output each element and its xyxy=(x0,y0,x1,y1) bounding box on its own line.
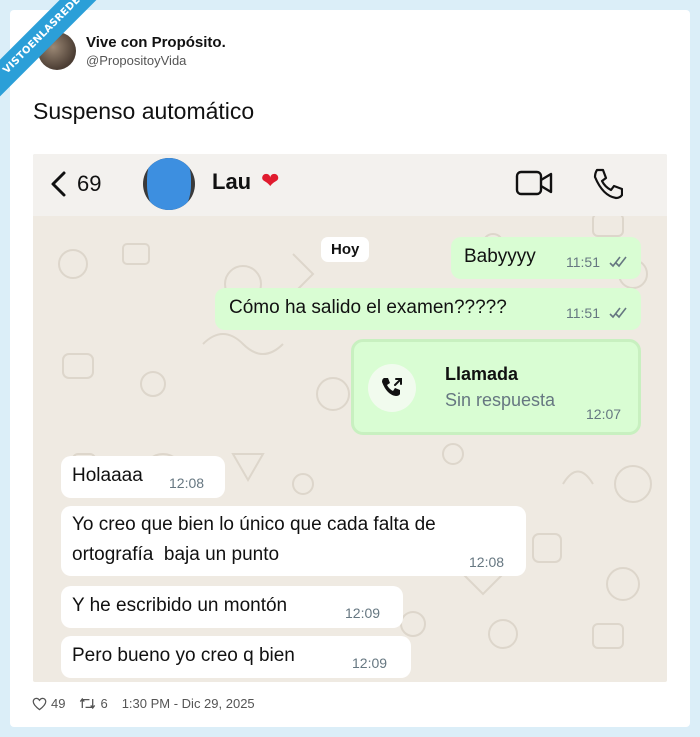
chat-screenshot: 69 Lau ❤ Hoy Babyyyy 11:51 Cómo ha salid… xyxy=(33,154,667,682)
tweet-timestamp[interactable]: 1:30 PM - Dic 29, 2025 xyxy=(122,696,255,711)
message-text: Babyyyy xyxy=(464,246,536,267)
outgoing-message[interactable]: Cómo ha salido el examen????? 11:51 xyxy=(215,288,641,330)
missed-call-message[interactable]: Llamada Sin respuesta 12:07 xyxy=(351,339,641,435)
retweet-count: 6 xyxy=(100,696,108,711)
video-call-icon[interactable] xyxy=(515,168,555,198)
outgoing-message[interactable]: Babyyyy 11:51 xyxy=(451,237,641,279)
contact-avatar[interactable] xyxy=(143,158,195,210)
message-time: 12:09 xyxy=(345,605,381,621)
retweet-icon xyxy=(80,697,96,710)
phone-icon[interactable] xyxy=(589,166,623,200)
message-text: Y he escribido un montón xyxy=(72,595,288,616)
back-button[interactable]: 69 xyxy=(49,170,101,198)
author-display-name[interactable]: Vive con Propósito. xyxy=(86,34,226,51)
incoming-message[interactable]: Y he escribido un montón 12:09 xyxy=(61,586,403,628)
date-separator: Hoy xyxy=(321,237,370,262)
message-time: 11:51 xyxy=(566,254,600,270)
message-time: 12:08 xyxy=(169,475,205,491)
back-chevron-icon xyxy=(51,171,66,197)
message-text: Cómo ha salido el examen????? xyxy=(229,297,507,318)
incoming-message[interactable]: Pero bueno yo creo q bien 12:09 xyxy=(61,636,411,678)
message-text-line-1: Yo creo que bien lo único que cada falta… xyxy=(72,514,436,535)
tweet-footer: 49 6 1:30 PM - Dic 29, 2025 xyxy=(32,696,255,711)
tweet-card: Vive con Propósito. @PropositoyVida Susp… xyxy=(10,10,690,727)
message-time: 12:08 xyxy=(469,554,505,570)
double-check-icon xyxy=(609,307,627,319)
incoming-message[interactable]: Yo creo que bien lo único que cada falta… xyxy=(61,506,526,576)
tweet-text: Suspenso automático xyxy=(33,98,255,124)
tweet-header: Vive con Propósito. @PropositoyVida xyxy=(38,32,226,70)
heart-outline-icon xyxy=(32,697,47,710)
message-time: 12:09 xyxy=(352,655,388,671)
unread-count: 69 xyxy=(77,171,102,196)
heart-icon: ❤ xyxy=(261,168,280,193)
contact-name[interactable]: Lau xyxy=(212,169,251,195)
message-text-line-2: ortografía baja un punto xyxy=(72,544,280,565)
message-text: Holaaaa xyxy=(72,465,143,486)
call-title: Llamada xyxy=(445,364,519,384)
incoming-message[interactable]: Holaaaa 12:08 xyxy=(61,456,225,498)
call-status: Sin respuesta xyxy=(445,390,556,410)
message-time: 11:51 xyxy=(566,305,600,321)
message-text: Pero bueno yo creo q bien xyxy=(72,645,295,666)
like-count: 49 xyxy=(51,696,66,711)
retweet-button[interactable]: 6 xyxy=(79,696,108,711)
chat-top-bar: 69 Lau ❤ xyxy=(33,154,667,216)
double-check-icon xyxy=(609,256,627,268)
author-handle[interactable]: @PropositoyVida xyxy=(86,53,226,68)
message-time: 12:07 xyxy=(586,406,622,422)
missed-call-icon xyxy=(382,378,402,396)
like-button[interactable]: 49 xyxy=(32,696,65,711)
